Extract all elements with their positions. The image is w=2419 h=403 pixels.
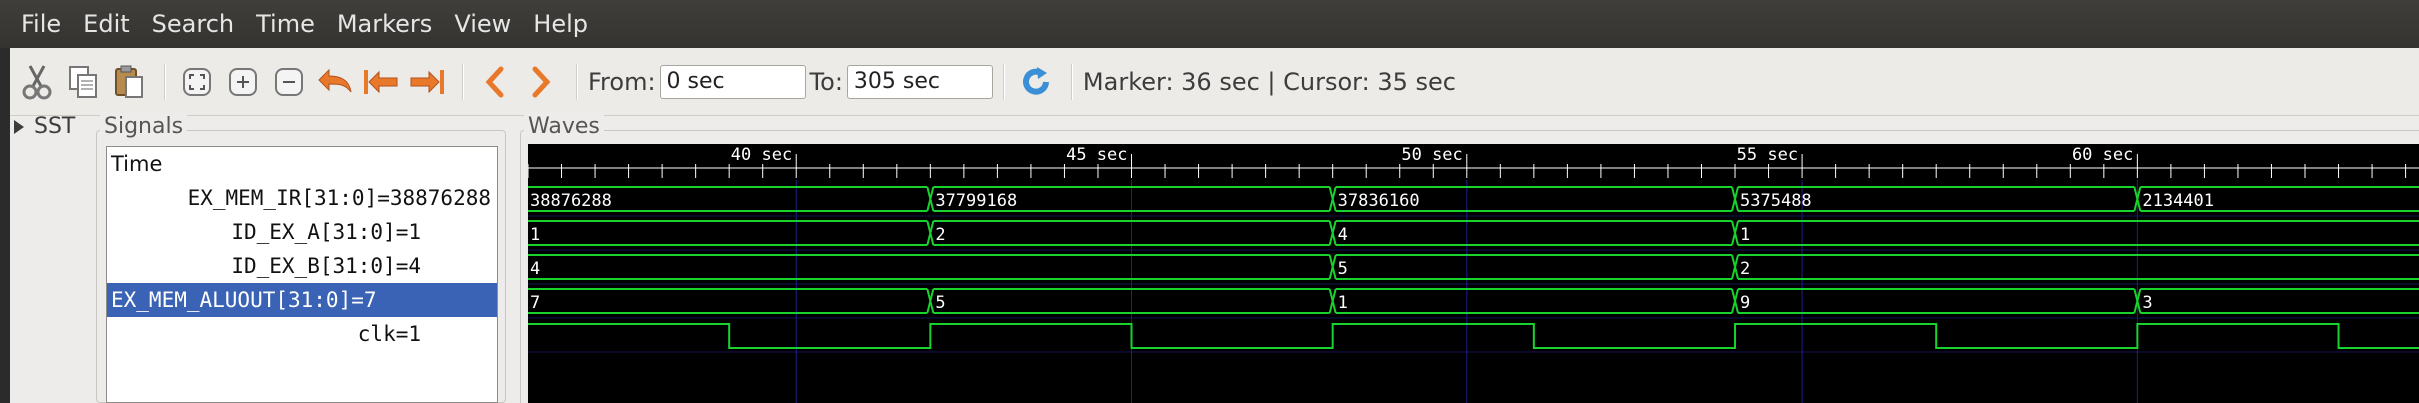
menu-file[interactable]: File: [10, 0, 72, 48]
menu-markers[interactable]: Markers: [326, 0, 443, 48]
copy-icon[interactable]: [62, 59, 104, 105]
bus-value: 2: [1740, 259, 1750, 279]
bus-value: 4: [1338, 225, 1348, 245]
toolbar-separator: [1002, 63, 1005, 100]
undo-zoom-icon[interactable]: [314, 59, 356, 105]
toolbar-separator: [1070, 63, 1073, 100]
bus-segment: [1331, 220, 1736, 246]
toolbar: From: To: Marker: 36 sec | Cursor: 35 se…: [10, 48, 2419, 116]
bus-segment: [528, 254, 1334, 280]
from-label: From:: [588, 67, 656, 96]
bus-value: 1: [530, 225, 540, 245]
bus-value: 2134401: [2142, 191, 2214, 211]
bus-value: 5375488: [1740, 191, 1812, 211]
bus-segment: [528, 220, 932, 246]
bus-segment: [528, 288, 932, 314]
zoom-to-end-icon[interactable]: [406, 59, 448, 105]
expand-arrow-icon: [14, 119, 24, 134]
to-label: To:: [809, 67, 843, 96]
bus-segment: [1734, 254, 2419, 280]
to-time-input[interactable]: [846, 64, 993, 99]
signal-row-ex-mem-aluout[interactable]: EX_MEM_ALUOUT[31:0]=7: [107, 283, 497, 317]
signal-label: clk=1: [357, 322, 421, 346]
signal-label: ID_EX_B[31:0]=4: [231, 254, 421, 278]
bus-value: 5: [1338, 259, 1348, 279]
signals-list[interactable]: Time EX_MEM_IR[31:0]=38876288 ID_EX_A[31…: [106, 146, 498, 403]
signal-row-id-ex-b[interactable]: ID_EX_B[31:0]=4: [107, 249, 497, 283]
bus-value: 5: [935, 293, 945, 313]
bus-segment: [1331, 288, 1736, 314]
from-time-input[interactable]: [659, 64, 806, 99]
bus-value: 37836160: [1338, 191, 1420, 211]
bus-value: 4: [530, 259, 540, 279]
toolbar-separator: [576, 63, 578, 100]
bus-value: 1: [1740, 225, 1750, 245]
signal-row-id-ex-a[interactable]: ID_EX_A[31:0]=1: [107, 215, 497, 249]
bus-segment: [1734, 220, 2419, 246]
menu-search[interactable]: Search: [141, 0, 245, 48]
time-label: 60 sec: [2072, 145, 2133, 165]
menu-time[interactable]: Time: [245, 0, 326, 48]
bus-value: 7: [530, 293, 540, 313]
zoom-fit-icon[interactable]: [176, 59, 218, 105]
zoom-to-start-icon[interactable]: [360, 59, 402, 105]
signals-title: Signals: [100, 114, 188, 139]
waves-canvas[interactable]: 40 sec 45 sec 50 sec 55 sec 60 sec 38876288 37…: [528, 144, 2419, 403]
zoom-out-icon[interactable]: [268, 59, 310, 105]
toolbar-separator: [164, 63, 166, 100]
bus-value: 3: [2142, 293, 2152, 313]
paste-icon[interactable]: [108, 59, 150, 105]
menu-view[interactable]: View: [443, 0, 522, 48]
signal-label: EX_MEM_IR[31:0]=38876288: [187, 186, 491, 210]
waves-plot[interactable]: 40 sec 45 sec 50 sec 55 sec 60 sec38876288 37…: [528, 144, 2419, 403]
bus-value: 2: [935, 225, 945, 245]
toolbar-separator: [462, 63, 464, 100]
signal-label: ID_EX_A[31:0]=1: [231, 220, 421, 244]
marker-cursor-status: Marker: 36 sec | Cursor: 35 sec: [1082, 67, 1456, 96]
time-label: 55 sec: [1737, 145, 1798, 165]
signal-row-ex-mem-ir[interactable]: EX_MEM_IR[31:0]=38876288: [107, 181, 497, 215]
previous-edge-icon[interactable]: [474, 59, 516, 105]
waves-title: Waves: [524, 114, 604, 139]
cut-icon[interactable]: [16, 59, 58, 105]
time-row[interactable]: Time: [107, 147, 497, 181]
reload-icon[interactable]: [1015, 59, 1057, 105]
bus-value: 37799168: [935, 191, 1017, 211]
time-label: 50 sec: [1401, 145, 1462, 165]
clock-wave: [528, 323, 2419, 349]
bus-value: 1: [1338, 293, 1348, 313]
sst-expander[interactable]: SST: [14, 114, 75, 139]
next-edge-icon[interactable]: [520, 59, 562, 105]
sst-label: SST: [34, 114, 76, 139]
menu-help[interactable]: Help: [522, 0, 599, 48]
signal-row-clk[interactable]: clk=1: [107, 317, 497, 351]
bus-value: 38876288: [530, 191, 612, 211]
menu-edit[interactable]: Edit: [72, 0, 140, 48]
signal-label: EX_MEM_ALUOUT[31:0]=7: [111, 288, 377, 312]
bus-value: 9: [1740, 293, 1750, 313]
bus-segment: [1734, 288, 2139, 314]
zoom-in-icon[interactable]: [222, 59, 264, 105]
bus-segment: [2136, 288, 2419, 314]
bus-segment: [1331, 254, 1736, 280]
time-label: 45 sec: [1066, 145, 1127, 165]
menu-bar: File Edit Search Time Markers View Help: [0, 0, 2419, 48]
time-label: 40 sec: [731, 145, 792, 165]
